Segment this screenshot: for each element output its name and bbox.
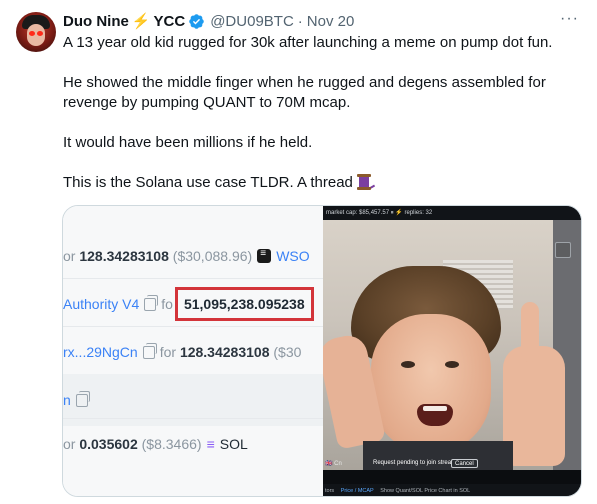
verified-badge-icon[interactable] <box>188 13 205 30</box>
bottom-bar-item[interactable]: tors <box>325 488 334 494</box>
request-pending-text: Request pending to join stream <box>373 460 457 466</box>
kid-mouth <box>417 404 453 426</box>
stream-top-bar: market cap: $85,457.57 ⏸ ⚡ replies: 32 <box>323 206 581 220</box>
bottom-bar-item-active[interactable]: Price / MCAP <box>341 488 374 494</box>
row-token: WSO <box>276 248 310 264</box>
row-amount: 128.34283108 <box>79 248 169 264</box>
bottom-bar-item[interactable]: Show Quant/SOL Price Chart in SOL <box>380 488 470 494</box>
row-for: for <box>159 344 177 360</box>
spool-emoji-icon <box>356 174 375 190</box>
tweet-paragraph: It would have been millions if he held. <box>63 134 313 151</box>
avatar-eye-left <box>29 31 35 36</box>
tweet-paragraph: A 13 year old kid rugged for 30k after l… <box>63 34 553 51</box>
copy-icon <box>144 294 159 311</box>
avatar[interactable] <box>16 12 56 52</box>
stream-control-icon[interactable] <box>555 242 571 258</box>
separator-dot: · <box>297 12 303 30</box>
copy-icon <box>142 342 157 359</box>
author-handle[interactable]: @DU09BTC <box>210 13 294 30</box>
kid-face <box>371 314 491 454</box>
row-label: Authority V4 <box>63 296 140 312</box>
tweet-paragraph-text: This is the Solana use case TLDR. A thre… <box>63 174 353 191</box>
highlighted-amount: 51,095,238.095238 <box>174 287 314 321</box>
row-for: fo <box>161 296 173 312</box>
kid-middle-finger <box>521 302 539 362</box>
transaction-row: rx...29NgCn for 128.34283108 ($30 <box>63 326 323 378</box>
transaction-row: or 128.34283108 ($30,088.96) WSO <box>63 230 323 282</box>
row-usd: ($8.3466) <box>141 436 202 452</box>
stream-bar <box>323 470 581 484</box>
row-label: rx...29NgCn <box>63 344 138 360</box>
transaction-row: or 0.035602 ($8.3466) ≡ SOL <box>63 418 323 470</box>
row-amount: 128.34283108 <box>179 344 270 360</box>
tweet-paragraph-last: This is the Solana use case TLDR. A thre… <box>63 173 583 193</box>
row-usd: ($30 <box>273 344 302 360</box>
avatar-eye-right <box>37 31 43 36</box>
cancel-button[interactable]: Cancel <box>451 459 478 468</box>
corner-label: 🇬🇧 Cn <box>325 461 342 467</box>
sol-token-icon: ≡ <box>206 436 215 452</box>
tweet-header: Duo Nine ⚡ YCC @DU09BTC · Nov 20 <box>63 11 354 31</box>
kid-eye-right <box>445 361 459 368</box>
row-token: SOL <box>219 436 248 452</box>
tweet-text: A 13 year old kid rugged for 30k after l… <box>63 33 583 193</box>
transaction-row: Authority V4 fo 51,095,238.095238 <box>63 278 323 330</box>
more-icon[interactable]: ··· <box>560 10 579 28</box>
stream-bottom-bar: tors Price / MCAP Show Quant/SOL Price C… <box>323 484 581 496</box>
media-container[interactable]: or 128.34283108 ($30,088.96) WSO Authorit… <box>62 205 582 497</box>
transaction-screenshot[interactable]: or 128.34283108 ($30,088.96) WSO Authorit… <box>63 206 323 496</box>
kid-eye-left <box>401 361 415 368</box>
row-amount: 0.035602 <box>79 436 138 452</box>
row-prefix: or <box>63 436 76 452</box>
row-prefix: or <box>63 248 76 264</box>
wso-token-icon <box>257 248 272 263</box>
row-label: n <box>63 392 71 408</box>
author-name[interactable]: Duo Nine <box>63 13 129 30</box>
tweet-paragraph: He showed the middle finger when he rugg… <box>63 74 546 111</box>
copy-icon <box>75 390 90 407</box>
stream-screenshot[interactable]: market cap: $85,457.57 ⏸ ⚡ replies: 32 🇬… <box>323 206 581 496</box>
lightning-icon: ⚡ <box>131 13 151 30</box>
tweet-date[interactable]: Nov 20 <box>307 13 355 30</box>
author-suffix[interactable]: YCC <box>154 13 186 30</box>
row-usd: ($30,088.96) <box>172 248 253 264</box>
